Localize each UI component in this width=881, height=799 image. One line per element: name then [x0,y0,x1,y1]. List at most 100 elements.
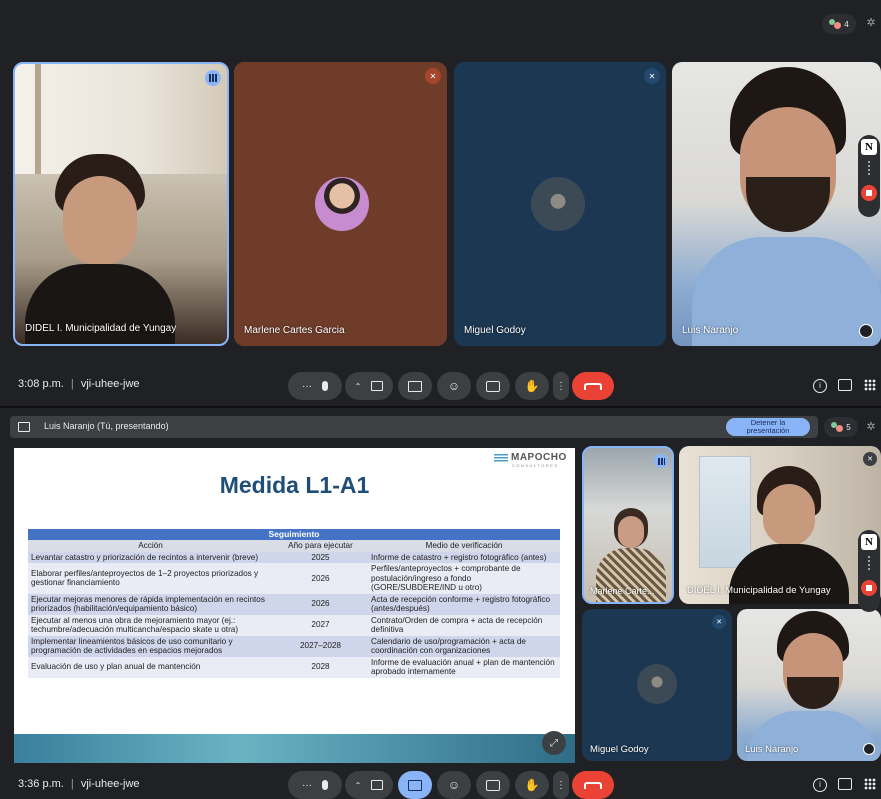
leave-call-button[interactable] [572,771,614,799]
speaking-icon [654,454,668,468]
hand-icon: ✋ [524,379,540,393]
meeting-info: 3:08 p.m. | vji-uhee-jwe [18,378,140,390]
time: 3:36 p.m. [18,778,64,790]
slide-footer-image [14,734,575,763]
stop-presenting-button[interactable]: Detener la presentación [726,418,810,436]
table-row: Implementar lineamientos básicos de uso … [28,635,560,657]
tile-luis-video[interactable]: Luis Naranjo [737,609,881,761]
participant-video [747,611,877,761]
table-cell: Elaborar perfiles/anteproyectos de 1–2 p… [31,568,259,588]
participant-video [729,466,849,604]
more-icon[interactable]: ✲ [864,420,878,434]
notion-icon[interactable]: N [861,139,877,155]
time: 3:08 p.m. [18,378,64,390]
brand-name: MAPOCHO [511,452,567,463]
table-cell: Ejecutar mejoras menores de rápida imple… [31,594,265,614]
expand-icon: ⤢ [550,737,558,749]
participant-count: 4 [844,19,849,29]
table-row: Evaluación de uso y plan anual de manten… [28,656,560,678]
table-cell: Levantar catastro y priorización de reci… [31,552,259,562]
table-cell: Ejecutar al menos una obra de mejoramien… [31,615,239,635]
tile-miguel-video[interactable]: ✕ Miguel Godoy [582,609,732,761]
meeting-info: 3:36 p.m. | vji-uhee-jwe [18,778,140,790]
raise-hand-button[interactable]: ✋ [515,372,549,400]
camera-button[interactable]: ⌃ [345,372,393,400]
people-icon [831,422,844,432]
tile-name: Miguel Godoy [464,325,526,336]
header-cell: Año para ejecutar [288,541,353,550]
table-cell: 2025 [311,552,330,562]
drag-handle-icon[interactable] [868,556,870,572]
shared-slide: MAPOCHO CONSULTORES Medida L1-A1 Seguimi… [14,448,575,763]
chevron-up-icon: ⌃ [354,780,362,790]
leave-call-button[interactable] [572,372,614,400]
chat-icon[interactable] [838,379,852,391]
drag-handle-icon[interactable] [868,161,870,177]
present-icon [18,422,30,432]
meeting-code: vji-uhee-jwe [80,778,140,790]
emoji-icon: ☺ [447,778,461,792]
more-button[interactable]: ⋮ [553,771,569,799]
info-icon[interactable]: i [813,379,827,393]
participants-button[interactable]: 5 [824,417,858,437]
tile-options-icon[interactable] [859,324,873,338]
captions-button[interactable] [476,771,510,799]
chat-icon[interactable] [838,778,852,790]
captions-button[interactable] [476,372,510,400]
emoji-button[interactable]: ☺ [437,771,471,799]
meeting-code: vji-uhee-jwe [80,378,140,390]
header-cell: Medio de verificación [425,541,503,550]
mic-button[interactable]: ··· [288,372,342,400]
tile-name: Luis Naranjo [745,744,799,755]
camera-button[interactable]: ⌃ [345,771,393,799]
mic-button[interactable]: ··· [288,771,342,799]
activities-icon[interactable] [864,778,876,790]
table-cell: Informe de evaluación anual + plan de ma… [371,657,555,677]
tile-didel[interactable]: DIDEL I. Municipalidad de Yungay [13,62,229,346]
table-row: Ejecutar al menos una obra de mejoramien… [28,614,560,636]
more-vert-icon: ⋮ [556,380,566,392]
emoji-button[interactable]: ☺ [437,372,471,400]
tile-marlene-video[interactable]: Marlene Carte... [582,446,674,604]
mic-off-icon: ✕ [644,68,660,84]
record-stop-icon[interactable] [861,185,877,201]
table-cell: 2028 [311,662,330,672]
participant-video [692,67,881,346]
participant-video [25,154,175,344]
notion-icon[interactable]: N [861,534,877,550]
tile-options-icon[interactable] [863,743,875,755]
captions-icon [486,779,500,791]
fullscreen-button[interactable]: ⤢ [542,731,566,755]
logo-waves-icon [494,453,508,462]
avatar [315,177,369,231]
more-icon[interactable]: ✲ [864,16,878,30]
tile-name: Luis Naranjo [682,325,739,336]
raise-hand-button[interactable]: ✋ [515,771,549,799]
tile-didel-video[interactable]: ✕ DIDEL I. Municipalidad de Yungay [679,446,881,604]
info-icon[interactable]: i [813,778,827,792]
chevron-up-icon: ⌃ [354,381,362,391]
more-options-icon: ··· [302,380,312,392]
table-cell: 2026 [311,599,330,609]
mic-icon [322,780,328,790]
end-call-icon [584,781,602,789]
participants-button[interactable]: 4 [822,14,856,34]
emoji-icon: ☺ [447,379,461,393]
record-stop-icon[interactable] [861,580,877,596]
speaking-icon [205,70,221,86]
tile-luis[interactable]: Luis Naranjo [672,62,881,346]
brand-subtitle: CONSULTORES [512,463,559,468]
more-button[interactable]: ⋮ [553,372,569,400]
present-button[interactable] [398,372,432,400]
tile-miguel[interactable]: ✕ Miguel Godoy [454,62,666,346]
floating-panel: N [858,530,880,612]
hand-icon: ✋ [524,778,540,792]
tile-marlene[interactable]: ✕ Marlene Cartes Garcia [234,62,447,346]
activities-icon[interactable] [864,379,876,391]
table-title: Seguimiento [28,529,560,540]
camera-icon [371,381,384,391]
table-cell: Perfiles/anteproyectos + comprobante de … [371,564,521,592]
present-button-active[interactable] [398,771,432,799]
table-header-row: Acción Año para ejecutar Medio de verifi… [28,540,560,552]
presenting-bar: Luis Naranjo (Tú, presentando) Detener l… [10,416,818,438]
